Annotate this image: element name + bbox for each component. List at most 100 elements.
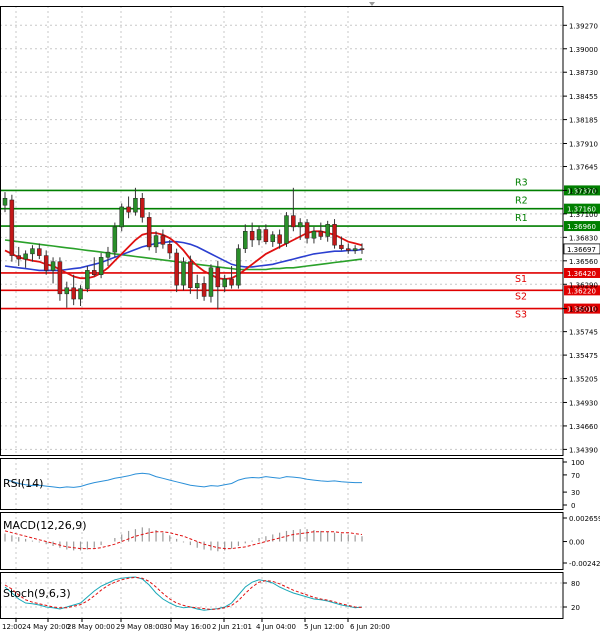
- rsi-tick-label: 30: [571, 489, 580, 497]
- y-tick-label: 1.34390: [569, 446, 598, 454]
- y-tick-label: 1.38730: [569, 69, 598, 77]
- candle-bearish: [16, 255, 21, 260]
- panel-frame: [0, 458, 564, 510]
- level-name-r1: R1: [515, 213, 528, 224]
- candle-bullish: [270, 234, 275, 242]
- candlesticks: [2, 187, 365, 310]
- rsi-tick-label: 100: [571, 459, 584, 467]
- candle-bearish: [318, 231, 324, 237]
- y-tick-label: 1.35475: [569, 352, 598, 360]
- scroll-marker-icon: [369, 2, 375, 6]
- candle-bearish: [188, 261, 193, 288]
- candle-bearish: [304, 222, 310, 239]
- macd-tick-label: 0.00: [569, 539, 585, 547]
- candle-bullish: [112, 226, 118, 253]
- candle-bullish: [78, 288, 83, 300]
- candle-bullish: [2, 197, 8, 206]
- panel-frame: [0, 6, 564, 456]
- x-tick-label: 2 Jun 21:01: [212, 623, 252, 631]
- candle-bullish: [50, 261, 56, 271]
- candle-bearish: [146, 217, 152, 248]
- candle-bullish: [297, 222, 303, 228]
- candle-bullish: [325, 224, 330, 237]
- candle-bullish: [236, 248, 241, 286]
- x-tick-label: 4 Jun 04:00: [256, 623, 296, 631]
- candle-bearish: [249, 231, 255, 241]
- candle-bearish: [277, 234, 282, 244]
- y-tick-label: 1.34930: [569, 399, 598, 407]
- level-name-s3: S3: [515, 310, 527, 321]
- y-tick-label: 1.37645: [569, 164, 598, 172]
- candle-bearish: [37, 248, 42, 256]
- candle-bullish: [243, 231, 248, 249]
- candle-bullish: [311, 231, 317, 239]
- macd-signal-line: [4, 530, 363, 550]
- candle-bullish: [30, 248, 35, 255]
- y-tick-label: 1.36830: [569, 234, 598, 242]
- candle-bullish: [222, 278, 227, 288]
- trading-chart: R31.37370R21.37160R11.36960S1 1.36420S2 1.…: [0, 2, 600, 631]
- y-tick-label: 1.37100: [569, 211, 598, 219]
- y-tick-label: 1.35205: [569, 376, 598, 384]
- candle-bearish: [346, 248, 351, 251]
- level-name-r3: R3: [515, 177, 528, 188]
- panel-frame: [0, 572, 564, 619]
- candle-bearish: [71, 287, 76, 300]
- candle-bearish: [174, 252, 179, 286]
- y-tick-label: 1.38455: [569, 93, 598, 101]
- candle-bearish: [140, 197, 145, 218]
- candle-bullish: [105, 251, 111, 258]
- current-price-label: 1.36697: [567, 246, 596, 254]
- y-tick-label: 1.39270: [569, 22, 598, 30]
- x-tick-label: 28 May 00:00: [67, 623, 115, 631]
- candle-bullish: [64, 287, 70, 295]
- y-tick-label: 1.37910: [569, 140, 598, 148]
- candle-bearish: [9, 199, 15, 256]
- candle-bearish: [263, 229, 269, 242]
- candle-bearish: [215, 267, 221, 288]
- macd-label: MACD(12,26,9): [3, 519, 87, 532]
- y-tick-label: 1.35745: [569, 329, 598, 337]
- candle-bullish: [119, 206, 124, 228]
- candle-bearish: [332, 224, 337, 246]
- x-tick-label: 6 Jun 20:00: [350, 623, 390, 631]
- candle-bullish: [194, 283, 200, 288]
- candle-bearish: [201, 283, 207, 297]
- macd-tick-label: -0.002424: [569, 560, 600, 568]
- candle-bearish: [167, 244, 173, 254]
- pivot-levels: R31.37370R21.37160R11.36960S1 1.36420S2 1.…: [0, 177, 600, 321]
- candle-bearish: [359, 248, 365, 250]
- y-tick-label: 1.34660: [569, 423, 598, 431]
- level-name-s2: S2: [515, 291, 527, 302]
- candle-bullish: [98, 257, 104, 275]
- candle-bullish: [181, 261, 186, 286]
- y-tick-label: 1.37370: [569, 187, 598, 195]
- stoch-tick-label: 80: [571, 580, 580, 588]
- rsi-tick-label: 0: [571, 502, 575, 510]
- level-price-label: 1.36420: [567, 270, 596, 278]
- level-price-label: 1.36960: [567, 223, 596, 231]
- candle-bearish: [57, 261, 63, 295]
- x-tick-label: 29 May 08:00: [116, 623, 164, 631]
- candle-bearish: [291, 215, 296, 228]
- x-tick-label: 12:00: [2, 623, 22, 631]
- candle-bearish: [339, 244, 344, 249]
- indicator-panels: RSI(14) MACD(12,26,9) Stoch(9,6,3): [3, 472, 363, 611]
- stoch-tick-label: 20: [571, 604, 580, 612]
- level-name-s1: S1: [515, 274, 527, 285]
- candle-bullish: [208, 267, 214, 297]
- candle-bearish: [126, 206, 131, 213]
- candle-bullish: [256, 229, 262, 241]
- y-tick-label: 1.36290: [569, 281, 598, 289]
- macd-tick-label: 0.002659: [569, 515, 600, 523]
- candle-bearish: [43, 255, 49, 271]
- candle-bullish: [352, 248, 358, 251]
- candle-bearish: [92, 270, 97, 275]
- candle-bullish: [284, 215, 289, 244]
- x-tick-label: 30 May 16:00: [163, 623, 211, 631]
- candle-bullish: [23, 253, 28, 260]
- y-tick-label: 1.36010: [569, 306, 598, 314]
- x-tick-label: 24 May 20:00: [22, 623, 70, 631]
- y-tick-label: 1.38185: [569, 117, 598, 125]
- y-tick-label: 1.39000: [569, 46, 598, 54]
